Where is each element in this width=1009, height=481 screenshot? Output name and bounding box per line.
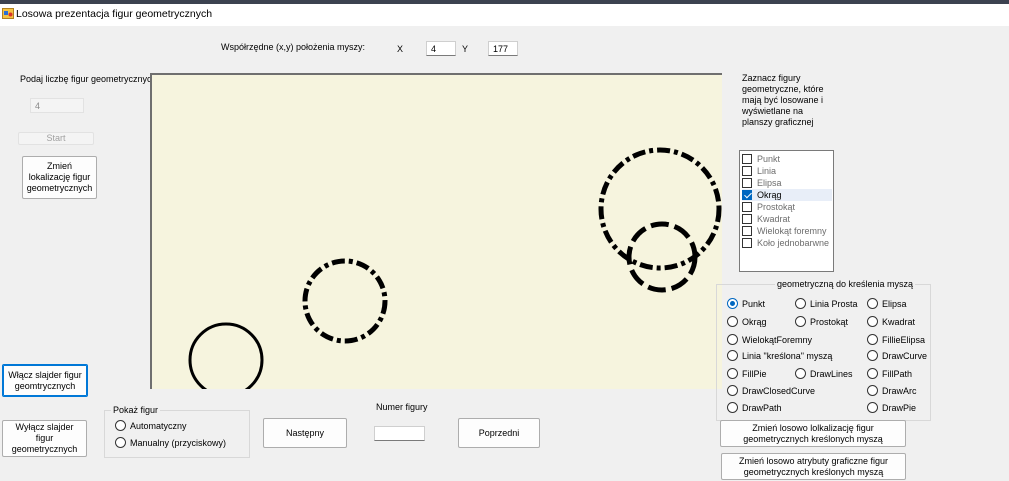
radio-prostokat[interactable]: Prostokąt bbox=[795, 316, 848, 327]
checkbox-icon[interactable] bbox=[742, 202, 752, 212]
radio-icon[interactable] bbox=[727, 316, 738, 327]
random-attributes-button[interactable]: Zmień losowo atrybuty graficzne figur ge… bbox=[721, 453, 906, 480]
draw-mode-group-title: geometryczną do kreślenia myszą bbox=[775, 279, 916, 289]
radio-draw-arc[interactable]: DrawArc bbox=[867, 385, 917, 396]
random-location-button[interactable]: Zmień losowo lolkalizację figur geometry… bbox=[720, 420, 906, 447]
radio-punkt[interactable]: Punkt bbox=[727, 298, 765, 309]
figure-number-label: Numer figury bbox=[376, 402, 428, 412]
x-label: X bbox=[397, 44, 404, 54]
radio-icon[interactable] bbox=[115, 420, 126, 431]
radio-kwadrat[interactable]: Kwadrat bbox=[867, 316, 915, 327]
radio-checked-icon[interactable] bbox=[727, 298, 738, 309]
drawing-canvas[interactable] bbox=[150, 73, 722, 389]
radio-fillie-elipsa[interactable]: FillieElipsa bbox=[867, 334, 925, 345]
figure-count-label: Podaj liczbę figur geometrycznych bbox=[20, 74, 157, 84]
radio-icon[interactable] bbox=[795, 316, 806, 327]
radio-linia-prosta[interactable]: Linia Prosta bbox=[795, 298, 858, 309]
start-button[interactable]: Start bbox=[18, 132, 94, 145]
radio-icon[interactable] bbox=[867, 298, 878, 309]
figure-item-linia[interactable]: Linia bbox=[742, 165, 832, 177]
radio-automatic[interactable]: Automatyczny bbox=[115, 420, 187, 431]
radio-icon[interactable] bbox=[727, 402, 738, 413]
radio-icon[interactable] bbox=[867, 334, 878, 345]
radio-icon[interactable] bbox=[867, 350, 878, 361]
figure-item-kolo[interactable]: Koło jednobarwne bbox=[742, 237, 832, 249]
show-mode-group bbox=[104, 410, 250, 458]
mouse-coords-label: Współrzędne (x,y) położenia myszy: bbox=[221, 42, 366, 52]
y-label: Y bbox=[462, 44, 469, 54]
radio-icon[interactable] bbox=[867, 316, 878, 327]
change-location-button[interactable]: Zmień lokalizację figur geometrycznych bbox=[22, 156, 97, 199]
radio-icon[interactable] bbox=[795, 368, 806, 379]
checkbox-checked-icon[interactable] bbox=[742, 190, 752, 200]
radio-icon[interactable] bbox=[727, 334, 738, 345]
figure-item-kwadrat[interactable]: Kwadrat bbox=[742, 213, 832, 225]
radio-manual[interactable]: Manualny (przyciskowy) bbox=[115, 437, 226, 448]
radio-draw-lines[interactable]: DrawLines bbox=[795, 368, 853, 379]
radio-fill-pie[interactable]: FillPie bbox=[727, 368, 767, 379]
figure-item-prostokat[interactable]: Prostokąt bbox=[742, 201, 832, 213]
radio-fill-path[interactable]: FillPath bbox=[867, 368, 912, 379]
figure-number-field[interactable] bbox=[374, 426, 425, 441]
figure-item-okrag[interactable]: Okrąg bbox=[742, 189, 832, 201]
show-mode-group-title: Pokaż figur bbox=[111, 405, 161, 415]
slider-on-button[interactable]: Włącz slajder figur geomtrycznych bbox=[2, 364, 88, 397]
previous-button[interactable]: Poprzedni bbox=[458, 418, 540, 448]
checkbox-icon[interactable] bbox=[742, 154, 752, 164]
radio-icon[interactable] bbox=[727, 368, 738, 379]
radio-okrag[interactable]: Okrąg bbox=[727, 316, 767, 327]
checkbox-icon[interactable] bbox=[742, 238, 752, 248]
checkbox-icon[interactable] bbox=[742, 214, 752, 224]
radio-draw-closed-curve[interactable]: DrawClosedCurve bbox=[727, 385, 815, 396]
slider-off-button[interactable]: Wyłącz slajder figur geometrycznych bbox=[2, 420, 87, 457]
next-button[interactable]: Następny bbox=[263, 418, 347, 448]
figure-count-input[interactable]: 4 bbox=[30, 98, 84, 113]
checkbox-icon[interactable] bbox=[742, 226, 752, 236]
radio-draw-pie[interactable]: DrawPie bbox=[867, 402, 916, 413]
y-coordinate-field[interactable]: 177 bbox=[488, 41, 518, 56]
checkbox-icon[interactable] bbox=[742, 166, 752, 176]
window-title: Losowa prezentacja figur geometrycznych bbox=[16, 8, 213, 20]
radio-icon[interactable] bbox=[867, 368, 878, 379]
dashed-circle-shape-1 bbox=[302, 258, 388, 344]
radio-icon[interactable] bbox=[867, 385, 878, 396]
solid-circle-shape bbox=[188, 322, 264, 389]
radio-icon[interactable] bbox=[727, 385, 738, 396]
radio-icon[interactable] bbox=[727, 350, 738, 361]
radio-icon[interactable] bbox=[795, 298, 806, 309]
figure-item-wielokat[interactable]: Wielokąt foremny bbox=[742, 225, 832, 237]
x-coordinate-field[interactable]: 4 bbox=[426, 41, 456, 56]
radio-wielokat-foremny[interactable]: WielokątForemny bbox=[727, 334, 812, 345]
radio-elipsa[interactable]: Elipsa bbox=[867, 298, 907, 309]
dashed-circle-shape-2 bbox=[598, 147, 722, 271]
radio-icon[interactable] bbox=[867, 402, 878, 413]
figure-item-punkt[interactable]: Punkt bbox=[742, 153, 832, 165]
radio-draw-curve[interactable]: DrawCurve bbox=[867, 350, 927, 361]
figures-instruction: Zaznacz figury geometryczne, które mają … bbox=[742, 73, 824, 127]
figures-checklist[interactable]: Punkt Linia Elipsa Okrąg Prostokąt Kwadr… bbox=[739, 150, 834, 272]
dashed-circle-shape-3 bbox=[626, 221, 698, 293]
checkbox-icon[interactable] bbox=[742, 178, 752, 188]
radio-icon[interactable] bbox=[115, 437, 126, 448]
figure-item-elipsa[interactable]: Elipsa bbox=[742, 177, 832, 189]
app-icon bbox=[2, 8, 14, 19]
radio-linia-kreslona[interactable]: Linia "kreślona" myszą bbox=[727, 350, 832, 361]
radio-draw-path[interactable]: DrawPath bbox=[727, 402, 782, 413]
